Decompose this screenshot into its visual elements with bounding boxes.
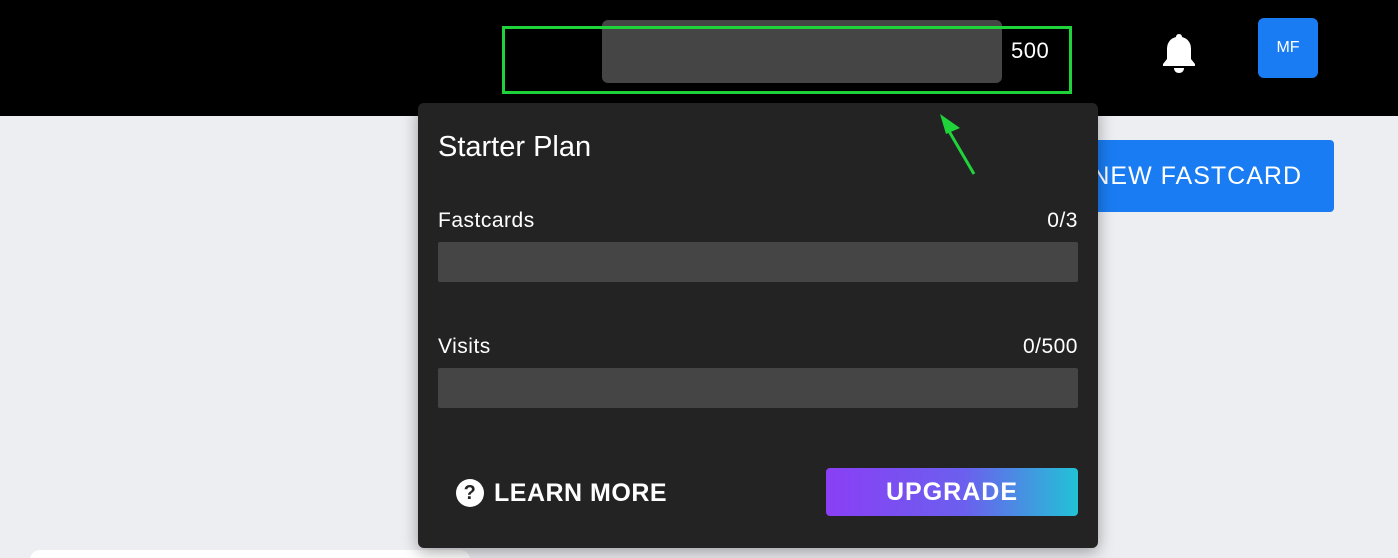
content-card (30, 550, 470, 558)
question-circle-icon: ? (456, 479, 484, 507)
plan-usage-popover: Starter Plan Fastcards 0/3 Visits 0/500 … (418, 103, 1098, 548)
learn-more-label: LEARN MORE (494, 478, 668, 507)
upgrade-button[interactable]: UPGRADE (826, 468, 1078, 516)
arrow-icon (940, 114, 976, 175)
annotation-highlight-box (502, 26, 1072, 94)
avatar[interactable]: MF (1258, 18, 1318, 78)
visits-value: 0/500 (1022, 335, 1078, 358)
new-fastcard-button[interactable]: NEW FASTCARD (1060, 140, 1334, 212)
fastcards-progress-bar (438, 242, 1078, 282)
learn-more-link[interactable]: ? LEARN MORE (456, 475, 667, 511)
plan-title: Starter Plan (438, 131, 592, 163)
fastcards-label: Fastcards (438, 209, 535, 232)
bell-icon[interactable] (1160, 32, 1198, 74)
visits-progress-bar (438, 368, 1078, 408)
fastcards-value: 0/3 (1047, 209, 1078, 232)
visits-label: Visits (438, 335, 491, 358)
